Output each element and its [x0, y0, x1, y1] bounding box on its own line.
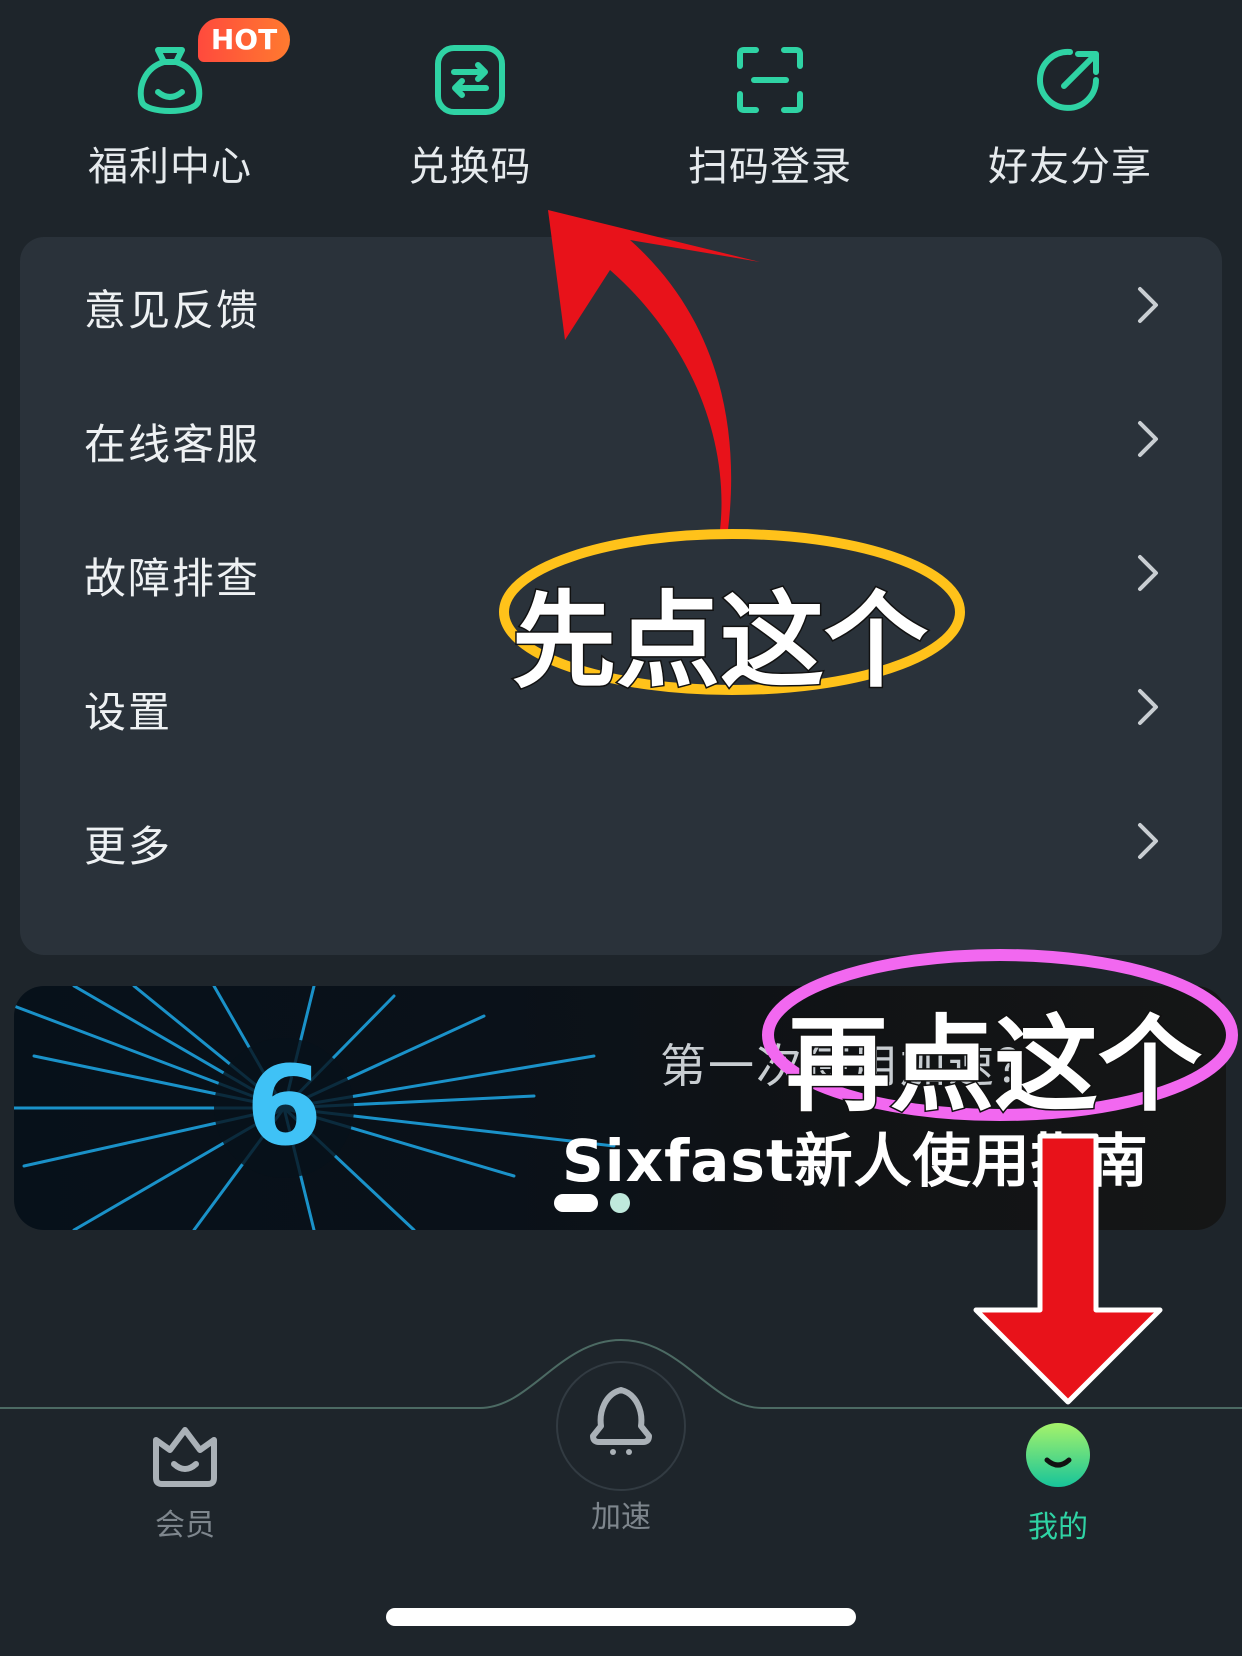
annotation-second-click: 再点这个 — [784, 1003, 1203, 1128]
red-arrow-up-annotation — [499, 210, 1238, 1405]
annotation-first-click: 先点这个 — [510, 579, 929, 704]
